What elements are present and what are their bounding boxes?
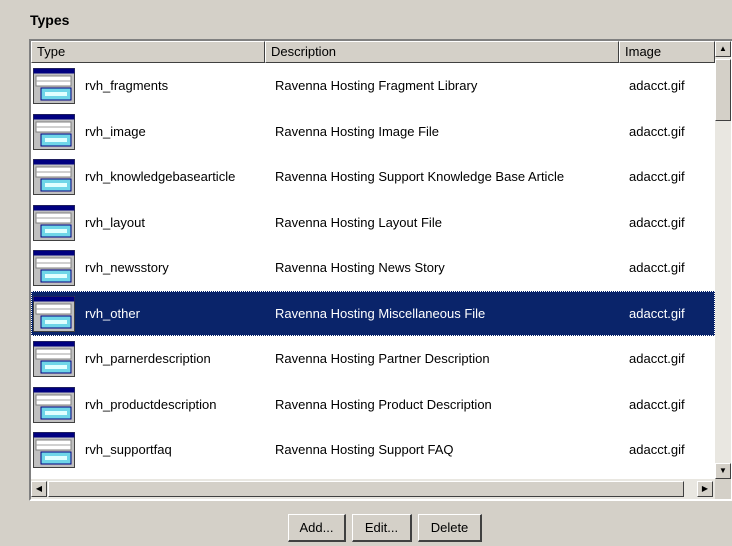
type-icon — [33, 296, 75, 332]
description-cell: Ravenna Hosting Fragment Library — [275, 78, 478, 93]
description-cell: Ravenna Hosting Image File — [275, 124, 440, 139]
table-row[interactable]: rvh_knowledgebasearticle Ravenna Hosting … — [31, 154, 715, 199]
horizontal-scroll-thumb[interactable] — [48, 481, 684, 497]
type-icon — [33, 341, 75, 377]
table-row[interactable]: rvh_parnerdescription Ravenna Hosting Par… — [31, 336, 715, 381]
list-header: Type Description Image — [31, 41, 731, 63]
add-button[interactable]: Add... — [288, 514, 346, 542]
table-row[interactable]: rvh_productdescription Ravenna Hosting Pr… — [31, 382, 715, 427]
description-cell: Ravenna Hosting Miscellaneous File — [275, 306, 486, 321]
edit-button[interactable]: Edit... — [352, 514, 412, 542]
arrow-up-icon[interactable]: ▲ — [715, 41, 731, 57]
table-row[interactable]: rvh_newsstory Ravenna Hosting News Story a… — [31, 245, 715, 290]
table-row[interactable]: rvh_image Ravenna Hosting Image File adacc… — [31, 109, 715, 154]
column-header-image[interactable]: Image — [619, 41, 715, 63]
column-header-type[interactable]: Type — [31, 41, 265, 63]
type-cell: rvh_fragments — [85, 78, 169, 93]
image-cell: adacct.gif — [629, 124, 685, 139]
description-cell: Ravenna Hosting Support Knowledge Base A… — [275, 169, 565, 184]
table-row[interactable]: rvh_supportfaq Ravenna Hosting Support FA… — [31, 427, 715, 472]
scroll-corner — [715, 479, 731, 499]
arrow-right-icon[interactable]: ▶ — [697, 481, 713, 497]
table-row[interactable]: rvh_layout Ravenna Hosting Layout File ada… — [31, 200, 715, 245]
image-cell: adacct.gif — [629, 260, 685, 275]
table-row[interactable]: rvh_fragments Ravenna Hosting Fragment Li… — [31, 63, 715, 108]
type-cell: rvh_parnerdescription — [85, 351, 211, 366]
type-cell: rvh_image — [85, 124, 146, 139]
table-row[interactable]: rvh_other Ravenna Hosting Miscellaneous F… — [31, 291, 715, 336]
vertical-scroll-thumb[interactable] — [715, 59, 731, 121]
type-icon — [33, 432, 75, 468]
type-icon — [33, 159, 75, 195]
type-icon — [33, 250, 75, 286]
description-cell: Ravenna Hosting Layout File — [275, 215, 442, 230]
column-header-description[interactable]: Description — [265, 41, 619, 63]
type-cell: rvh_knowledgebasearticle — [85, 169, 236, 184]
description-cell: Ravenna Hosting Support FAQ — [275, 442, 454, 457]
description-cell: Ravenna Hosting Product Description — [275, 397, 492, 412]
horizontal-scrollbar[interactable]: ◀ ▶ — [31, 479, 715, 499]
image-cell: adacct.gif — [629, 442, 685, 457]
image-cell: adacct.gif — [629, 306, 685, 321]
image-cell: adacct.gif — [629, 397, 685, 412]
types-list[interactable]: Type Description Image rvh_fragments Rave… — [29, 39, 732, 501]
type-icon — [33, 114, 75, 150]
type-icon — [33, 68, 75, 104]
type-icon — [33, 205, 75, 241]
image-cell: adacct.gif — [629, 78, 685, 93]
description-cell: Ravenna Hosting News Story — [275, 260, 445, 275]
image-cell: adacct.gif — [629, 215, 685, 230]
type-cell: rvh_supportfaq — [85, 442, 172, 457]
list-rows: rvh_fragments Ravenna Hosting Fragment Li… — [31, 63, 715, 495]
type-cell: rvh_newsstory — [85, 260, 169, 275]
section-title: Types — [30, 12, 70, 28]
description-cell: Ravenna Hosting Partner Description — [275, 351, 490, 366]
image-cell: adacct.gif — [629, 351, 685, 366]
arrow-down-icon[interactable]: ▼ — [715, 463, 731, 479]
vertical-scrollbar[interactable]: ▲ ▼ — [715, 41, 731, 479]
type-icon — [33, 387, 75, 423]
type-cell: rvh_other — [85, 306, 140, 321]
delete-button[interactable]: Delete — [418, 514, 482, 542]
type-cell: rvh_layout — [85, 215, 145, 230]
image-cell: adacct.gif — [629, 169, 685, 184]
arrow-left-icon[interactable]: ◀ — [31, 481, 47, 497]
type-cell: rvh_productdescription — [85, 397, 217, 412]
